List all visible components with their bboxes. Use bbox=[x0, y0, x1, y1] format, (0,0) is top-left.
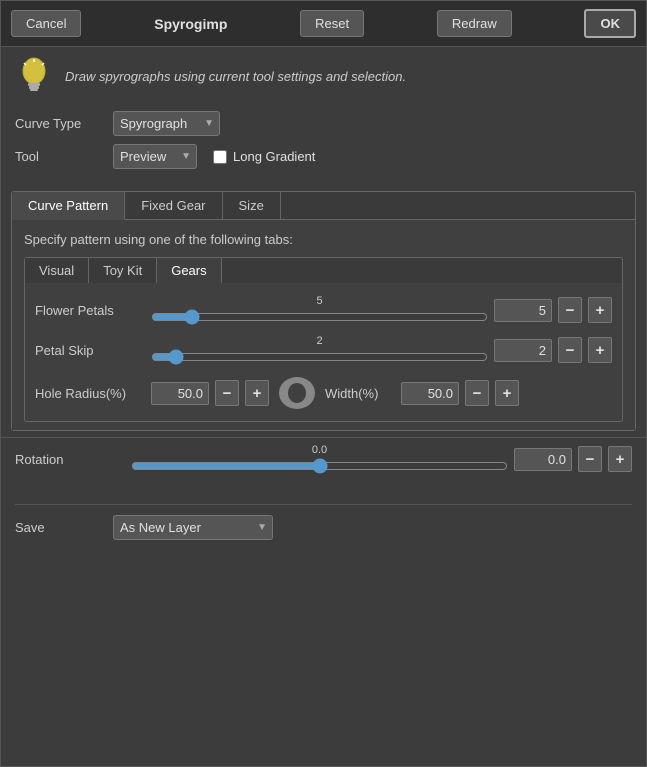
flower-petals-decrement[interactable]: − bbox=[558, 297, 582, 323]
tab-size[interactable]: Size bbox=[223, 192, 281, 219]
petal-skip-label: Petal Skip bbox=[35, 343, 145, 358]
tab-visual[interactable]: Visual bbox=[25, 258, 89, 283]
save-select[interactable]: As New Layer To Current Layer New Image bbox=[113, 515, 273, 540]
flower-petals-input[interactable] bbox=[494, 299, 552, 322]
flower-petals-slider-value: 5 bbox=[151, 295, 488, 307]
main-window: Cancel Spyrogimp Reset Redraw OK Draw sp… bbox=[0, 0, 647, 767]
tab-fixed-gear[interactable]: Fixed Gear bbox=[125, 192, 222, 219]
save-label: Save bbox=[15, 520, 105, 535]
curve-type-label: Curve Type bbox=[15, 116, 105, 131]
hole-radius-increment[interactable]: + bbox=[245, 380, 269, 406]
curve-type-select-wrap: Spyrograph Epitrochoid Hypotrochoid ▼ bbox=[113, 111, 220, 136]
hole-radius-input[interactable] bbox=[151, 382, 209, 405]
petal-skip-decrement[interactable]: − bbox=[558, 337, 582, 363]
ok-button[interactable]: OK bbox=[584, 9, 636, 38]
rotation-increment[interactable]: + bbox=[608, 446, 632, 472]
petal-skip-slider[interactable] bbox=[151, 349, 488, 365]
long-gradient-label: Long Gradient bbox=[233, 149, 315, 164]
outer-tab-panel: Curve Pattern Fixed Gear Size Specify pa… bbox=[11, 191, 636, 431]
tab-description: Specify pattern using one of the followi… bbox=[24, 232, 623, 247]
window-title: Spyrogimp bbox=[154, 16, 227, 32]
tab-gears[interactable]: Gears bbox=[157, 258, 221, 283]
rotation-label: Rotation bbox=[15, 452, 125, 467]
outer-tab-content: Specify pattern using one of the followi… bbox=[12, 220, 635, 430]
petal-skip-row: Petal Skip 2 − + bbox=[35, 335, 612, 365]
curve-type-row: Curve Type Spyrograph Epitrochoid Hypotr… bbox=[15, 111, 632, 136]
rotation-decrement[interactable]: − bbox=[578, 446, 602, 472]
tool-label: Tool bbox=[15, 149, 105, 164]
petal-skip-increment[interactable]: + bbox=[588, 337, 612, 363]
infobar-text: Draw spyrographs using current tool sett… bbox=[65, 69, 406, 84]
rotation-slider-value: 0.0 bbox=[131, 444, 508, 456]
flower-petals-slider[interactable] bbox=[151, 309, 488, 325]
long-gradient-row: Long Gradient bbox=[213, 149, 315, 164]
tool-select[interactable]: Preview Paint Selection bbox=[113, 144, 197, 169]
long-gradient-checkbox[interactable] bbox=[213, 150, 227, 164]
curve-type-select[interactable]: Spyrograph Epitrochoid Hypotrochoid bbox=[113, 111, 220, 136]
infobar: Draw spyrographs using current tool sett… bbox=[1, 47, 646, 105]
reset-button[interactable]: Reset bbox=[300, 10, 364, 37]
inner-tab-bar: Visual Toy Kit Gears bbox=[24, 257, 623, 283]
rotation-row: Rotation 0.0 − + bbox=[15, 444, 632, 474]
hole-radius-label: Hole Radius(%) bbox=[35, 386, 145, 401]
cancel-button[interactable]: Cancel bbox=[11, 10, 81, 37]
petal-skip-slider-value: 2 bbox=[151, 335, 488, 347]
petal-skip-slider-wrap: 2 bbox=[151, 335, 488, 365]
rotation-slider[interactable] bbox=[131, 458, 508, 474]
save-select-wrap: As New Layer To Current Layer New Image … bbox=[113, 515, 273, 540]
redraw-button[interactable]: Redraw bbox=[437, 10, 512, 37]
rotation-input[interactable] bbox=[514, 448, 572, 471]
flower-petals-slider-wrap: 5 bbox=[151, 295, 488, 325]
rotation-section: Rotation 0.0 − + bbox=[1, 437, 646, 494]
tab-curve-pattern[interactable]: Curve Pattern bbox=[12, 192, 125, 220]
hole-radius-decrement[interactable]: − bbox=[215, 380, 239, 406]
flower-petals-row: Flower Petals 5 − + bbox=[35, 295, 612, 325]
width-label: Width(%) bbox=[325, 386, 395, 401]
flower-petals-label: Flower Petals bbox=[35, 303, 145, 318]
lightbulb-icon bbox=[15, 57, 53, 95]
rotation-slider-wrap: 0.0 bbox=[131, 444, 508, 474]
form-area: Curve Type Spyrograph Epitrochoid Hypotr… bbox=[1, 105, 646, 187]
inner-tab-content: Flower Petals 5 − + Petal Skip 2 bbox=[24, 283, 623, 422]
hole-width-row: Hole Radius(%) − + bbox=[35, 375, 612, 411]
width-decrement[interactable]: − bbox=[465, 380, 489, 406]
outer-tab-bar: Curve Pattern Fixed Gear Size bbox=[12, 192, 635, 220]
save-section: Save As New Layer To Current Layer New I… bbox=[1, 494, 646, 562]
flower-petals-increment[interactable]: + bbox=[588, 297, 612, 323]
width-input[interactable] bbox=[401, 382, 459, 405]
width-increment[interactable]: + bbox=[495, 380, 519, 406]
save-divider bbox=[15, 504, 632, 505]
tool-select-wrap: Preview Paint Selection ▼ bbox=[113, 144, 197, 169]
tool-row: Tool Preview Paint Selection ▼ Long Grad… bbox=[15, 144, 632, 169]
save-row: Save As New Layer To Current Layer New I… bbox=[15, 515, 632, 540]
tab-toy-kit[interactable]: Toy Kit bbox=[89, 258, 157, 283]
titlebar: Cancel Spyrogimp Reset Redraw OK bbox=[1, 1, 646, 47]
donut-preview bbox=[275, 375, 319, 411]
petal-skip-input[interactable] bbox=[494, 339, 552, 362]
